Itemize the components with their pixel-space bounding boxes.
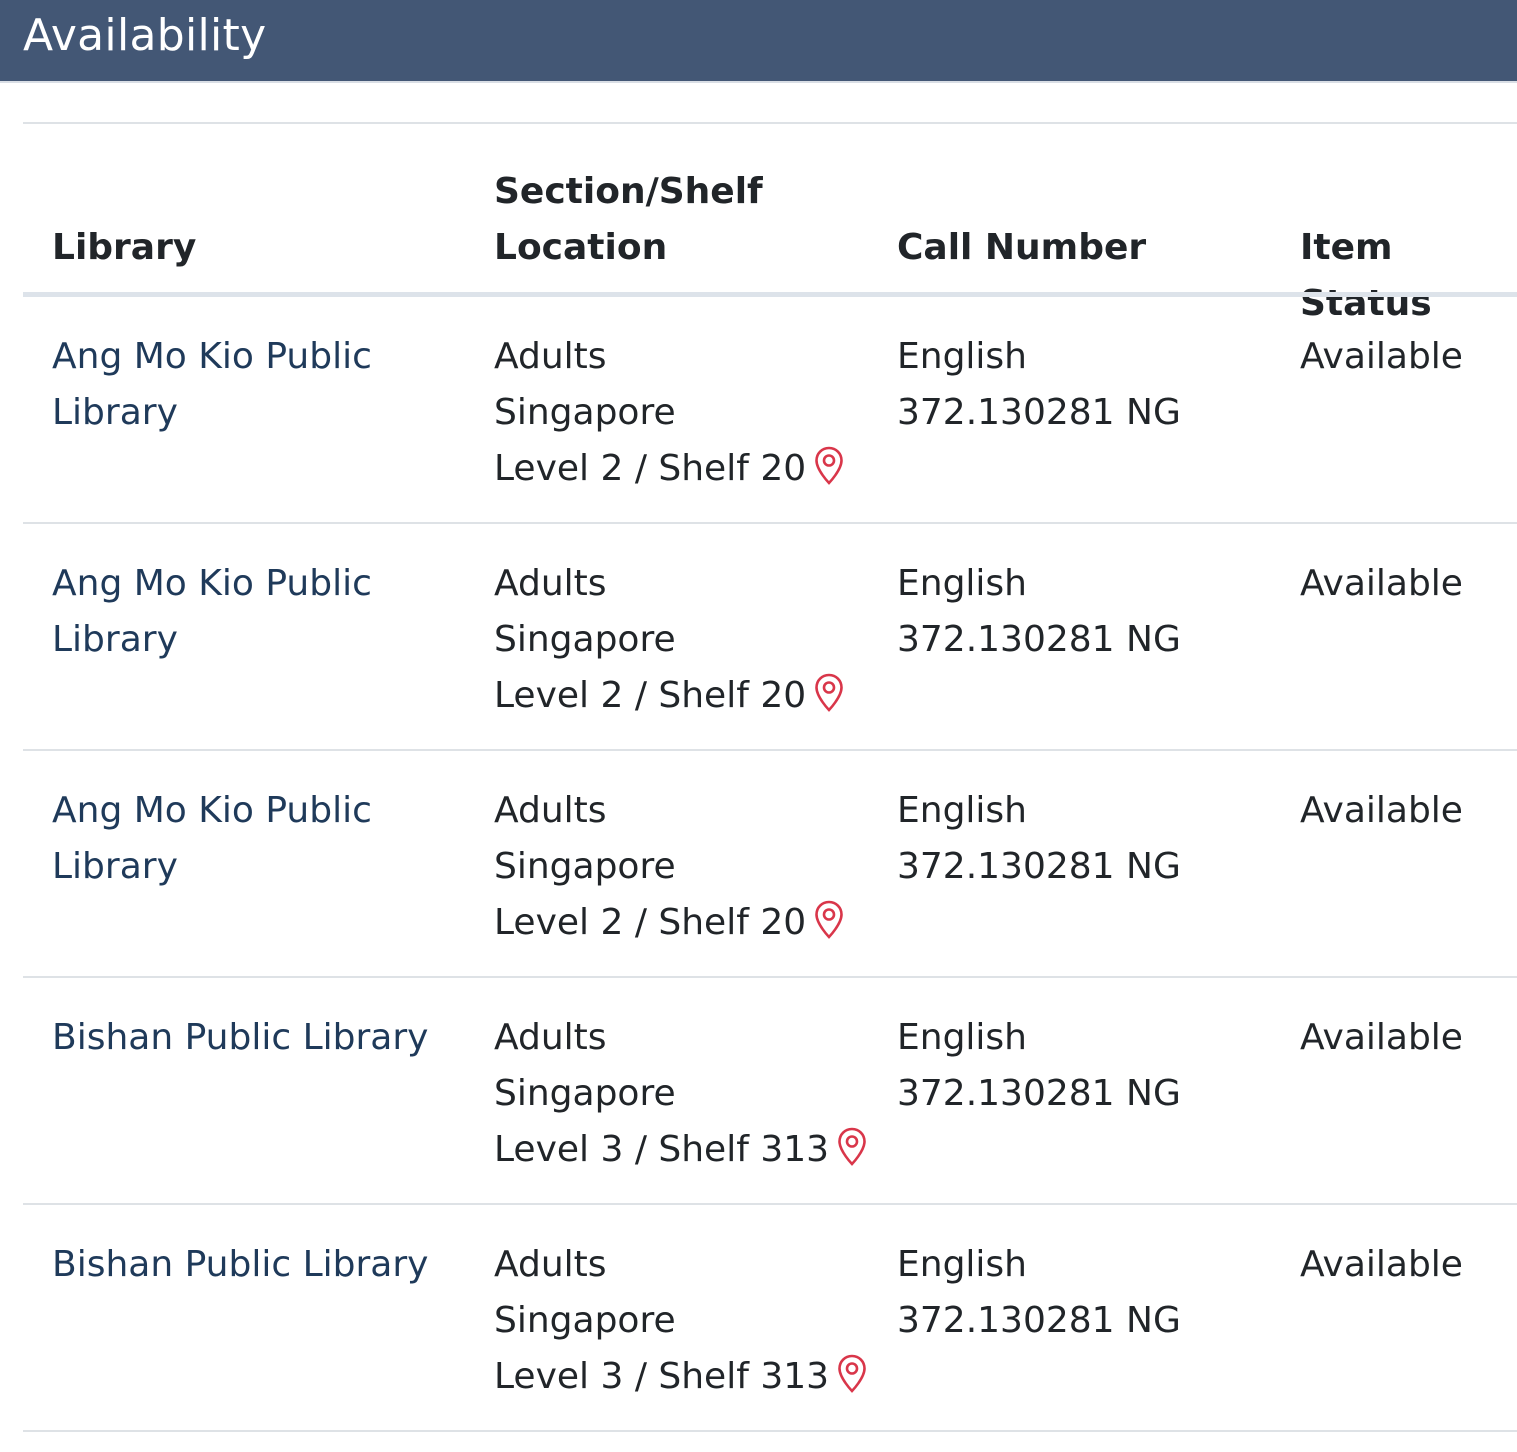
library-name-line2: Library — [52, 619, 178, 660]
call-number-language: English — [897, 563, 1027, 604]
shelf-text: Level 2 / Shelf 20 — [494, 675, 807, 716]
library-link[interactable]: Ang Mo Kio Public Library — [52, 783, 452, 895]
call-number-cell: English 372.130281 NG — [897, 1237, 1277, 1349]
column-header-call-number[interactable]: Call Number — [897, 220, 1146, 276]
library-name-line1: Ang Mo Kio Public — [52, 563, 372, 604]
shelf-text: Level 3 / Shelf 313 — [494, 1129, 830, 1170]
section-name: Adults — [494, 336, 607, 377]
library-link[interactable]: Ang Mo Kio Public Library — [52, 556, 452, 668]
shelf-location: Level 2 / Shelf 20 — [494, 895, 884, 951]
section-region: Singapore — [494, 392, 676, 433]
call-number-value: 372.130281 NG — [897, 619, 1181, 660]
item-status: Available — [1300, 336, 1463, 377]
map-pin-icon[interactable] — [837, 1127, 867, 1167]
library-link[interactable]: Ang Mo Kio Public Library — [52, 329, 452, 441]
item-status: Available — [1300, 790, 1463, 831]
availability-header: Availability — [0, 0, 1517, 83]
section-location-cell: Adults Singapore Level 2 / Shelf 20 — [494, 783, 884, 951]
call-number-language: English — [897, 1244, 1027, 1285]
call-number-cell: English 372.130281 NG — [897, 556, 1277, 668]
table-row: Ang Mo Kio Public Library Adults Singapo… — [23, 524, 1517, 751]
availability-table: Library Section/Shelf Location Call Numb… — [23, 122, 1517, 1434]
table-row: Bishan Public Library Adults Singapore L… — [23, 1205, 1517, 1432]
shelf-location: Level 3 / Shelf 313 — [494, 1122, 884, 1178]
shelf-location: Level 2 / Shelf 20 — [494, 668, 884, 724]
shelf-location: Level 3 / Shelf 313 — [494, 1349, 884, 1405]
library-name-line2: Library — [52, 846, 178, 887]
item-status: Available — [1300, 1244, 1463, 1285]
map-pin-icon[interactable] — [837, 1354, 867, 1394]
library-link[interactable]: Bishan Public Library — [52, 1237, 452, 1293]
call-number-cell: English 372.130281 NG — [897, 329, 1277, 441]
call-number-value: 372.130281 NG — [897, 392, 1181, 433]
call-number-language: English — [897, 790, 1027, 831]
library-name-line1: Bishan Public Library — [52, 1017, 429, 1058]
section-region: Singapore — [494, 846, 676, 887]
shelf-location: Level 2 / Shelf 20 — [494, 441, 884, 497]
library-name-line1: Ang Mo Kio Public — [52, 336, 372, 377]
call-number-value: 372.130281 NG — [897, 846, 1181, 887]
map-pin-icon[interactable] — [814, 900, 844, 940]
map-pin-icon[interactable] — [814, 673, 844, 713]
library-link[interactable]: Bishan Public Library — [52, 1010, 452, 1066]
section-region: Singapore — [494, 619, 676, 660]
page-title: Availability — [23, 10, 267, 61]
shelf-text: Level 2 / Shelf 20 — [494, 902, 807, 943]
call-number-language: English — [897, 336, 1027, 377]
call-number-value: 372.130281 NG — [897, 1300, 1181, 1341]
call-number-value: 372.130281 NG — [897, 1073, 1181, 1114]
section-name: Adults — [494, 563, 607, 604]
table-row: Ang Mo Kio Public Library Adults Singapo… — [23, 297, 1517, 524]
section-location-cell: Adults Singapore Level 3 / Shelf 313 — [494, 1237, 884, 1405]
section-region: Singapore — [494, 1073, 676, 1114]
section-location-cell: Adults Singapore Level 2 / Shelf 20 — [494, 556, 884, 724]
shelf-text: Level 3 / Shelf 313 — [494, 1356, 830, 1397]
column-header-section-location[interactable]: Section/Shelf Location — [494, 164, 763, 276]
table-header: Library Section/Shelf Location Call Numb… — [23, 124, 1517, 324]
shelf-text: Level 2 / Shelf 20 — [494, 448, 807, 489]
section-location-cell: Adults Singapore Level 3 / Shelf 313 — [494, 1010, 884, 1178]
section-region: Singapore — [494, 1300, 676, 1341]
call-number-cell: English 372.130281 NG — [897, 1010, 1277, 1122]
item-status: Available — [1300, 563, 1463, 604]
library-name-line2: Library — [52, 392, 178, 433]
table-row: Bishan Public Library Adults Singapore L… — [23, 978, 1517, 1205]
section-name: Adults — [494, 1244, 607, 1285]
call-number-language: English — [897, 1017, 1027, 1058]
library-name-line1: Ang Mo Kio Public — [52, 790, 372, 831]
item-status: Available — [1300, 1017, 1463, 1058]
call-number-cell: English 372.130281 NG — [897, 783, 1277, 895]
section-name: Adults — [494, 790, 607, 831]
library-name-line1: Bishan Public Library — [52, 1244, 429, 1285]
section-name: Adults — [494, 1017, 607, 1058]
column-header-section-line2: Location — [494, 227, 668, 268]
section-location-cell: Adults Singapore Level 2 / Shelf 20 — [494, 329, 884, 497]
table-row: Ang Mo Kio Public Library Adults Singapo… — [23, 751, 1517, 978]
map-pin-icon[interactable] — [814, 446, 844, 486]
column-header-library[interactable]: Library — [52, 220, 196, 276]
table-body: Ang Mo Kio Public Library Adults Singapo… — [23, 297, 1517, 1432]
column-header-section-line1: Section/Shelf — [494, 171, 763, 212]
